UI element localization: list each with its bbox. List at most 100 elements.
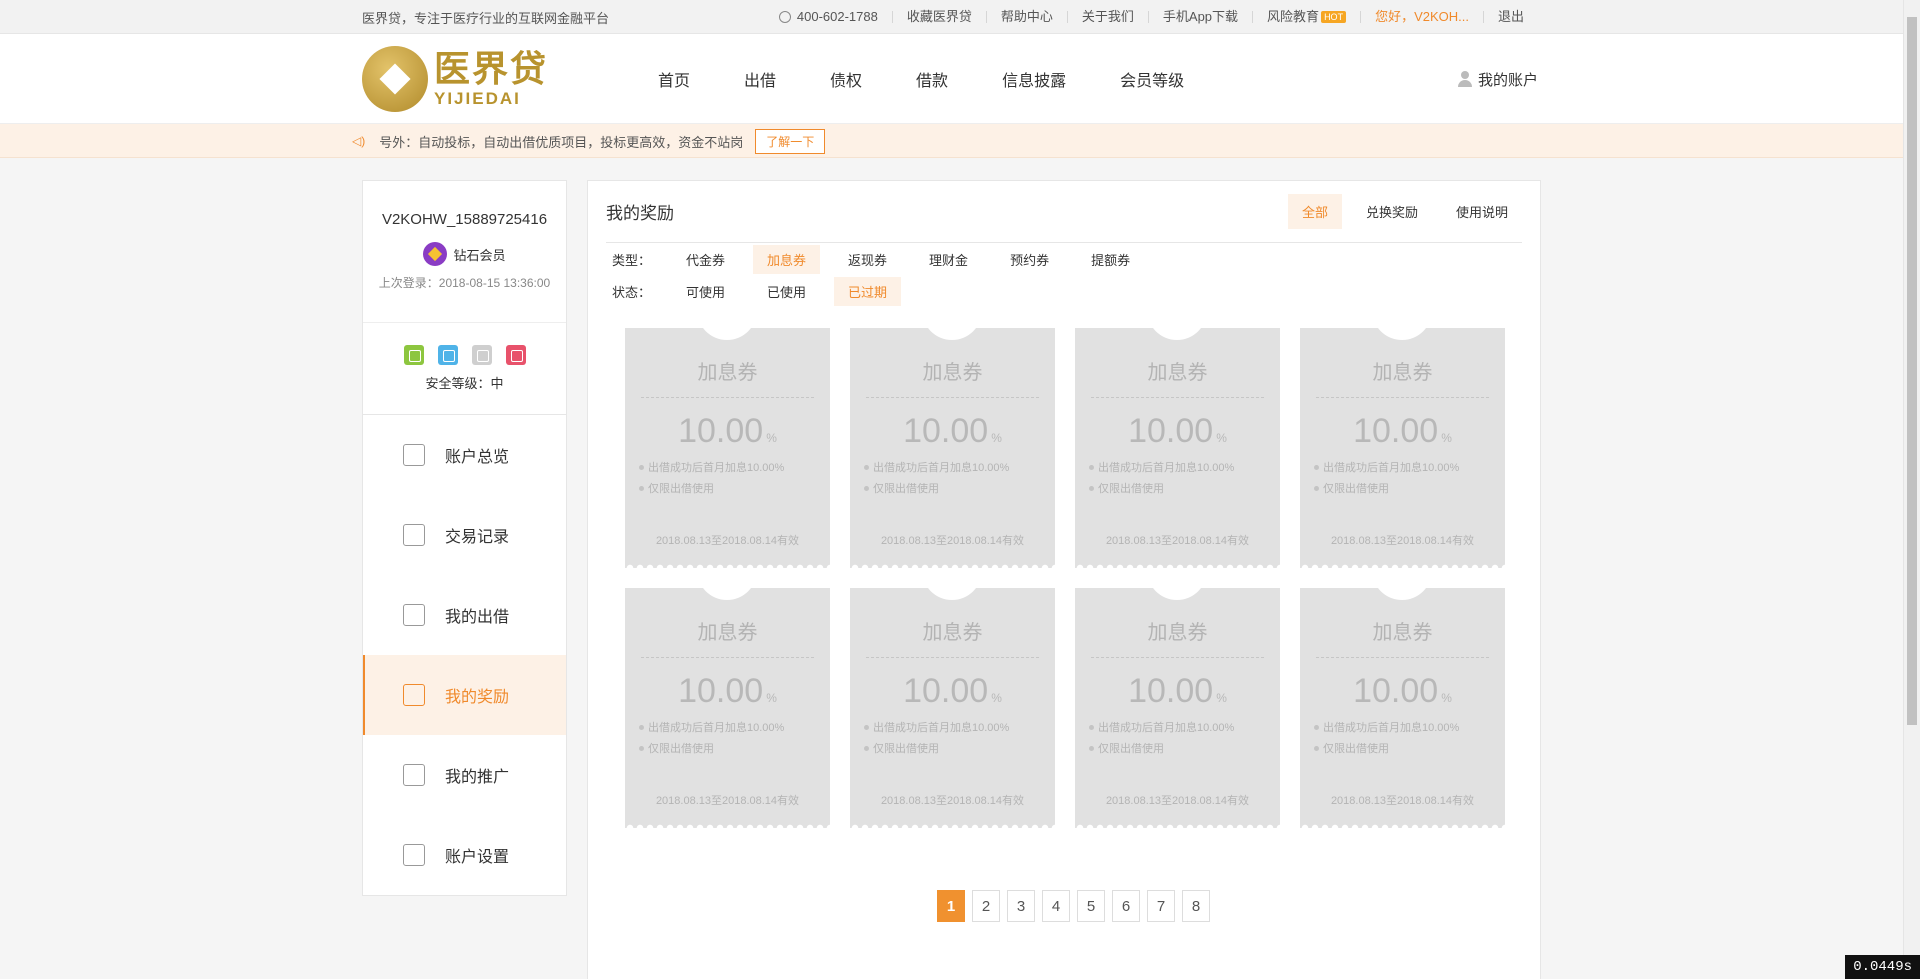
coupon-rate: 10.00% <box>850 672 1055 711</box>
tab-instructions[interactable]: 使用说明 <box>1442 194 1522 229</box>
phone-verify-icon[interactable] <box>403 345 424 365</box>
page-button[interactable]: 6 <box>1112 890 1140 922</box>
page-button[interactable]: 4 <box>1042 890 1070 922</box>
coupon-rate-unit: % <box>1441 691 1452 705</box>
nav-borrow[interactable]: 借款 <box>916 67 948 91</box>
coupon-card[interactable]: 加息券 10.00% 出借成功后首月加息10.00% 仅限出借使用 2018.08.13… <box>625 328 830 568</box>
tab-all[interactable]: 全部 <box>1287 194 1342 229</box>
user-greeting[interactable]: 您好，V2KOH... <box>1360 10 1483 23</box>
coupon-rate-unit: % <box>1441 431 1452 445</box>
status-expired[interactable]: 已过期 <box>834 276 902 306</box>
speaker-icon: ◁) <box>352 134 366 148</box>
coupon-rate: 10.00% <box>1075 672 1280 711</box>
menu-label: 账户总览 <box>445 449 510 466</box>
coupon-card[interactable]: 加息券 10.00% 出借成功后首月加息10.00% 仅限出借使用 2018.08.13… <box>1300 328 1505 568</box>
id-verify-icon[interactable] <box>437 345 458 365</box>
type-limit-increase[interactable]: 提额券 <box>1077 245 1144 274</box>
type-reservation[interactable]: 预约券 <box>996 245 1063 274</box>
coupon-serrated-edge <box>850 563 1055 568</box>
status-used[interactable]: 已使用 <box>753 277 820 306</box>
my-account-link[interactable]: 我的账户 <box>1457 69 1538 90</box>
bullet-icon <box>1089 464 1094 470</box>
scroll-thumb[interactable] <box>1907 17 1917 725</box>
coupon-card[interactable]: 加息券 10.00% 出借成功后首月加息10.00% 仅限出借使用 2018.08.13… <box>1300 588 1505 828</box>
learn-more-button[interactable]: 了解一下 <box>755 128 826 154</box>
page-button[interactable]: 8 <box>1182 890 1210 922</box>
bullet-icon <box>1089 745 1094 751</box>
page-scrollbar[interactable] <box>1903 0 1920 979</box>
bullet-icon <box>1314 724 1319 730</box>
type-interest-coupon[interactable]: 加息券 <box>753 244 821 274</box>
page-button[interactable]: 7 <box>1147 890 1175 922</box>
gift-icon <box>403 684 425 706</box>
coupon-rate-value: 10.00 <box>1353 672 1439 710</box>
tab-exchange[interactable]: 兑换奖励 <box>1352 194 1432 229</box>
coupon-serrated-edge <box>625 563 830 568</box>
bullet-icon <box>864 485 869 491</box>
nav-home[interactable]: 首页 <box>658 67 690 91</box>
coupon-rule: 仅限出借使用 <box>1089 740 1280 756</box>
site-logo[interactable]: 医界贷 YIJIEDAI <box>362 46 622 112</box>
coupon-rate-value: 10.00 <box>903 672 989 710</box>
nav-debt[interactable]: 债权 <box>830 67 862 91</box>
transactions-icon <box>403 524 425 546</box>
coupon-name: 加息券 <box>866 588 1039 658</box>
menu-my-rewards[interactable]: 我的奖励 <box>363 655 566 735</box>
coupon-name: 加息券 <box>866 328 1039 398</box>
bullet-icon <box>1314 485 1319 491</box>
bullet-icon <box>639 464 644 470</box>
coupon-rule-text: 仅限出借使用 <box>1323 743 1389 755</box>
coupon-rate-value: 10.00 <box>678 672 764 710</box>
coupon-card[interactable]: 加息券 10.00% 出借成功后首月加息10.00% 仅限出借使用 2018.08.13… <box>625 588 830 828</box>
page-button[interactable]: 5 <box>1077 890 1105 922</box>
coupon-validity: 2018.08.13至2018.08.14有效 <box>1105 795 1250 807</box>
coupon-rule: 出借成功后首月加息10.00% <box>864 719 1055 735</box>
type-finance-gold[interactable]: 理财金 <box>915 245 982 274</box>
coupon-rate: 10.00% <box>625 672 830 711</box>
coupon-serrated-edge <box>625 823 830 828</box>
menu-my-promotion[interactable]: 我的推广 <box>363 735 566 815</box>
link-about[interactable]: 关于我们 <box>1066 10 1148 23</box>
coupon-card[interactable]: 加息券 10.00% 出借成功后首月加息10.00% 仅限出借使用 2018.08.13… <box>850 588 1055 828</box>
page-button[interactable]: 3 <box>1007 890 1035 922</box>
coupon-name: 加息券 <box>1316 328 1489 398</box>
page-button[interactable]: 2 <box>972 890 1000 922</box>
menu-account-overview[interactable]: 账户总览 <box>363 415 566 495</box>
status-usable[interactable]: 可使用 <box>672 277 739 306</box>
coupon-rate: 10.00% <box>1300 412 1505 451</box>
menu-account-settings[interactable]: 账户设置 <box>363 815 566 895</box>
link-bookmark[interactable]: 收藏医界贷 <box>891 10 986 23</box>
nav-disclosure[interactable]: 信息披露 <box>1002 67 1066 91</box>
nav-lend[interactable]: 出借 <box>744 67 776 91</box>
bullet-icon <box>639 745 644 751</box>
notice-text: 号外：自动投标，自动出借优质项目，投标更高效，资金不站岗 <box>379 134 744 150</box>
member-level-label: 钻石会员 <box>453 247 506 263</box>
coupon-validity: 2018.08.13至2018.08.14有效 <box>1330 535 1475 547</box>
phone-icon <box>778 11 791 23</box>
link-help[interactable]: 帮助中心 <box>985 10 1067 23</box>
menu-my-lending[interactable]: 我的出借 <box>363 575 566 655</box>
coupon-card[interactable]: 加息券 10.00% 出借成功后首月加息10.00% 仅限出借使用 2018.08.13… <box>850 328 1055 568</box>
logout-link[interactable]: 退出 <box>1482 10 1538 23</box>
coupon-rule-text: 出借成功后首月加息10.00% <box>1098 462 1235 474</box>
account-sidebar: V2KOHW_15889725416 钻石会员 上次登录：2018-08-15 … <box>362 180 567 896</box>
coupon-rate-unit: % <box>766 431 777 445</box>
link-risk-education[interactable]: 风险教育 HOT <box>1252 10 1360 23</box>
menu-transactions[interactable]: 交易记录 <box>363 495 566 575</box>
password-verify-icon[interactable] <box>505 345 526 365</box>
coupon-serrated-edge <box>850 823 1055 828</box>
coupon-card[interactable]: 加息券 10.00% 出借成功后首月加息10.00% 仅限出借使用 2018.08.13… <box>1075 588 1280 828</box>
link-app-download[interactable]: 手机App下载 <box>1147 10 1252 23</box>
status-filter: 状态： 可使用 已使用 已过期 <box>612 275 1540 307</box>
coupon-rule-text: 出借成功后首月加息10.00% <box>648 462 785 474</box>
nav-membership[interactable]: 会员等级 <box>1120 67 1184 91</box>
email-verify-icon[interactable] <box>471 345 492 365</box>
menu-label: 账户设置 <box>445 849 510 866</box>
type-voucher[interactable]: 代金券 <box>672 245 739 274</box>
coupon-card[interactable]: 加息券 10.00% 出借成功后首月加息10.00% 仅限出借使用 2018.08.13… <box>1075 328 1280 568</box>
type-cashback[interactable]: 返现券 <box>834 245 901 274</box>
coupon-rule: 仅限出借使用 <box>1089 480 1280 496</box>
security-level: 安全等级：中 <box>425 376 504 391</box>
render-timer: 0.0449s <box>1845 955 1920 979</box>
page-button[interactable]: 1 <box>937 890 965 922</box>
